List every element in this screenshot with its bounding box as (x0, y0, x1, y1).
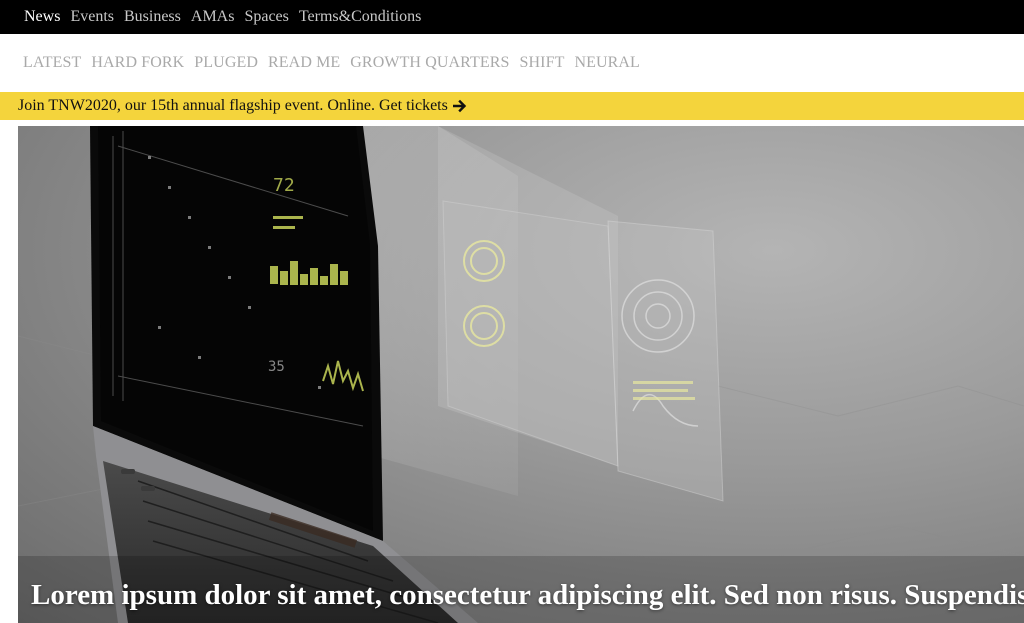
section-nav-neural[interactable]: NEURAL (574, 54, 639, 72)
section-nav-latest[interactable]: LATEST (23, 54, 81, 72)
event-banner-text: Join TNW2020, our 15th annual flagship e… (18, 97, 448, 114)
top-nav-news[interactable]: News (24, 0, 60, 34)
arrow-right-icon (452, 99, 467, 113)
top-nav-spaces[interactable]: Spaces (244, 0, 288, 34)
svg-text:72: 72 (273, 175, 295, 196)
section-nav: LATEST HARD FORK PLUGED READ ME GROWTH Q… (0, 34, 1024, 92)
top-nav-bar: News Events Business AMAs Spaces Terms&C… (0, 0, 1024, 34)
section-nav-shift[interactable]: SHIFT (519, 54, 564, 72)
event-banner[interactable]: Join TNW2020, our 15th annual flagship e… (0, 92, 1024, 120)
top-nav-amas[interactable]: AMAs (191, 0, 235, 34)
hero-headline[interactable]: Lorem ipsum dolor sit amet, consectetur … (31, 578, 1024, 612)
section-nav-growth-quarters[interactable]: GROWTH QUARTERS (350, 54, 509, 72)
top-nav-events[interactable]: Events (70, 0, 114, 34)
svg-text:35: 35 (268, 359, 285, 375)
section-nav-read-me[interactable]: READ ME (268, 54, 340, 72)
hero-article[interactable]: 72 35 Lorem ipsum dolor sit amet, consec… (18, 126, 1024, 623)
top-nav-terms[interactable]: Terms&Conditions (299, 0, 421, 34)
laptop-holographic-screens-image: 72 35 (18, 126, 1024, 623)
section-nav-hard-fork[interactable]: HARD FORK (91, 54, 184, 72)
top-nav-business[interactable]: Business (124, 0, 181, 34)
section-nav-pluged[interactable]: PLUGED (194, 54, 258, 72)
